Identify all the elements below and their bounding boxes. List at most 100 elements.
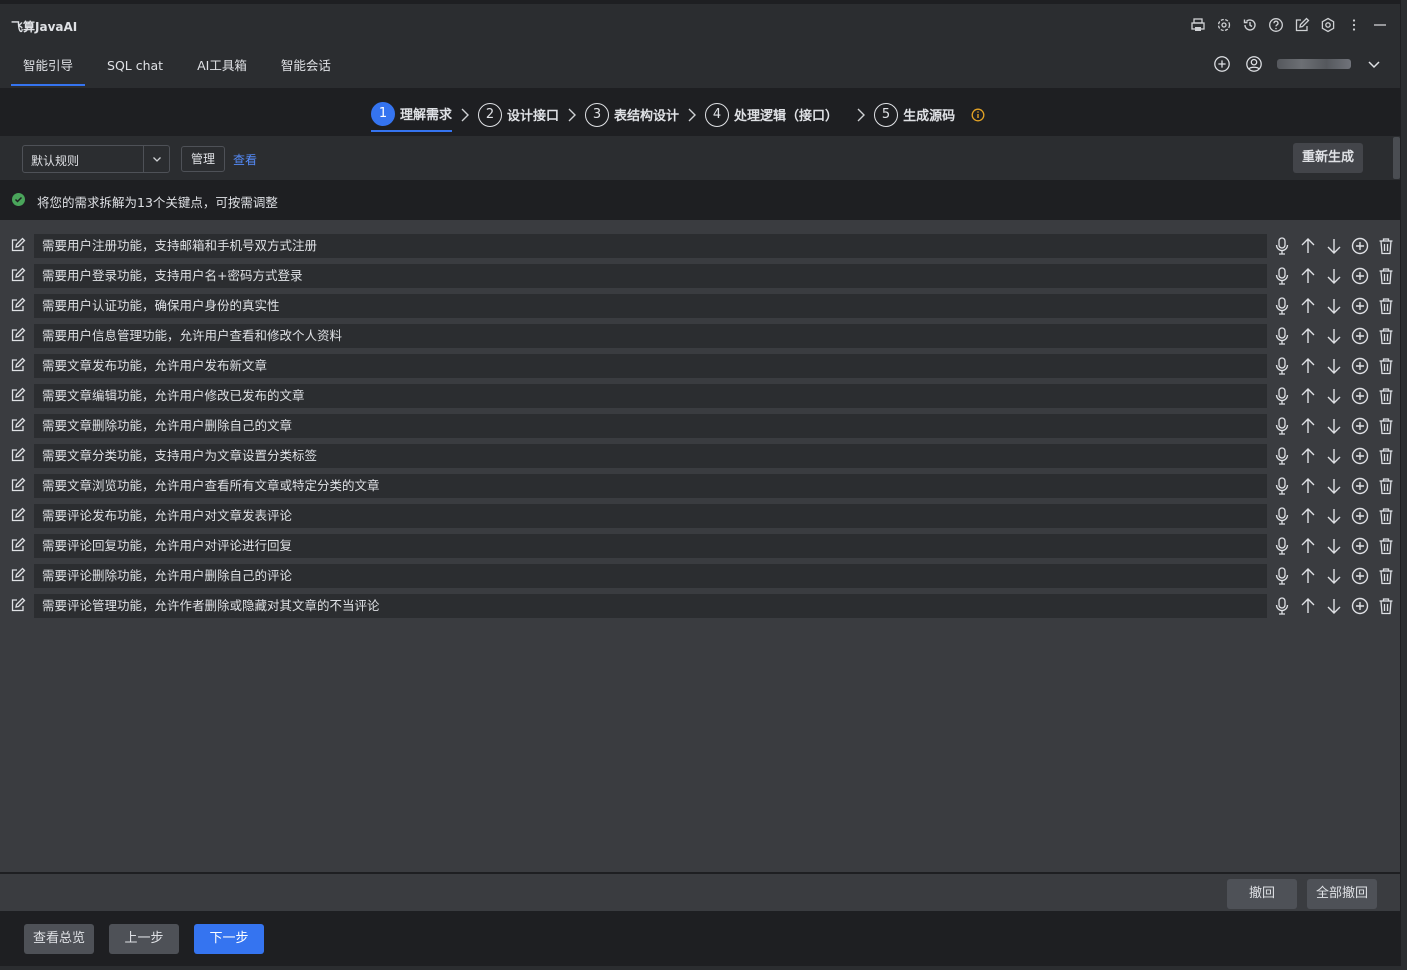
delete-icon[interactable]	[1376, 506, 1395, 526]
delete-icon[interactable]	[1376, 476, 1395, 496]
mic-icon[interactable]	[1272, 416, 1291, 436]
edit-icon[interactable]	[10, 537, 26, 553]
arrow-down-icon[interactable]	[1324, 536, 1343, 556]
arrow-down-icon[interactable]	[1324, 356, 1343, 376]
edit-icon[interactable]	[10, 417, 26, 433]
edit-icon[interactable]	[10, 597, 26, 613]
printer-icon[interactable]	[1189, 16, 1207, 34]
add-circle-icon[interactable]	[1350, 506, 1369, 526]
arrow-up-icon[interactable]	[1298, 566, 1317, 586]
arrow-up-icon[interactable]	[1298, 446, 1317, 466]
delete-icon[interactable]	[1376, 326, 1395, 346]
requirement-field[interactable]: 需要文章编辑功能，允许用户修改已发布的文章	[34, 384, 1267, 408]
arrow-down-icon[interactable]	[1324, 266, 1343, 286]
requirement-field[interactable]: 需要用户信息管理功能，允许用户查看和修改个人资料	[34, 324, 1267, 348]
add-circle-icon[interactable]	[1350, 386, 1369, 406]
step-2[interactable]: 2 设计接口	[478, 98, 559, 132]
delete-icon[interactable]	[1376, 536, 1395, 556]
mic-icon[interactable]	[1272, 536, 1291, 556]
delete-icon[interactable]	[1376, 356, 1395, 376]
arrow-up-icon[interactable]	[1298, 476, 1317, 496]
requirement-field[interactable]: 需要文章分类功能，支持用户为文章设置分类标签	[34, 444, 1267, 468]
edit-icon[interactable]	[1293, 16, 1311, 34]
delete-icon[interactable]	[1376, 236, 1395, 256]
arrow-up-icon[interactable]	[1298, 506, 1317, 526]
more-icon[interactable]	[1345, 16, 1363, 34]
requirement-field[interactable]: 需要文章发布功能，允许用户发布新文章	[34, 354, 1267, 378]
requirement-field[interactable]: 需要评论回复功能，允许用户对评论进行回复	[34, 534, 1267, 558]
tab-smart-guide[interactable]: 智能引导	[11, 46, 86, 86]
help-icon[interactable]	[1267, 16, 1285, 34]
arrow-down-icon[interactable]	[1324, 326, 1343, 346]
mic-icon[interactable]	[1272, 506, 1291, 526]
delete-icon[interactable]	[1376, 296, 1395, 316]
add-circle-icon[interactable]	[1350, 566, 1369, 586]
chevron-down-icon[interactable]	[1365, 55, 1383, 73]
next-step-button[interactable]: 下一步	[194, 924, 264, 954]
delete-icon[interactable]	[1376, 386, 1395, 406]
history-icon[interactable]	[1241, 16, 1259, 34]
step-3[interactable]: 3 表结构设计	[585, 98, 679, 132]
requirement-field[interactable]: 需要评论删除功能，允许用户删除自己的评论	[34, 564, 1267, 588]
delete-icon[interactable]	[1376, 566, 1395, 586]
chevron-down-icon[interactable]	[143, 146, 169, 172]
add-circle-icon[interactable]	[1350, 356, 1369, 376]
arrow-up-icon[interactable]	[1298, 296, 1317, 316]
arrow-down-icon[interactable]	[1324, 296, 1343, 316]
tab-smart-chat[interactable]: 智能会话	[269, 46, 343, 86]
step-1[interactable]: 1 理解需求	[371, 97, 453, 132]
requirement-field[interactable]: 需要用户注册功能，支持邮箱和手机号双方式注册	[34, 234, 1267, 258]
edit-icon[interactable]	[10, 327, 26, 343]
arrow-up-icon[interactable]	[1298, 416, 1317, 436]
arrow-up-icon[interactable]	[1298, 386, 1317, 406]
arrow-down-icon[interactable]	[1324, 596, 1343, 616]
requirement-field[interactable]: 需要文章删除功能，允许用户删除自己的文章	[34, 414, 1267, 438]
mic-icon[interactable]	[1272, 326, 1291, 346]
mic-icon[interactable]	[1272, 446, 1291, 466]
mic-icon[interactable]	[1272, 596, 1291, 616]
arrow-up-icon[interactable]	[1298, 236, 1317, 256]
mic-icon[interactable]	[1272, 476, 1291, 496]
delete-icon[interactable]	[1376, 596, 1395, 616]
user-avatar-icon[interactable]	[1245, 55, 1263, 73]
edit-icon[interactable]	[10, 237, 26, 253]
manage-button[interactable]: 管理	[181, 146, 225, 172]
mic-icon[interactable]	[1272, 566, 1291, 586]
add-circle-icon[interactable]	[1213, 55, 1231, 73]
overview-button[interactable]: 查看总览	[24, 924, 94, 954]
add-circle-icon[interactable]	[1350, 266, 1369, 286]
edit-icon[interactable]	[10, 567, 26, 583]
tab-sql-chat[interactable]: SQL chat	[95, 46, 175, 86]
edit-icon[interactable]	[10, 267, 26, 283]
arrow-up-icon[interactable]	[1298, 356, 1317, 376]
requirement-field[interactable]: 需要评论发布功能，允许用户对文章发表评论	[34, 504, 1267, 528]
step-5[interactable]: 5 生成源码	[874, 98, 955, 132]
arrow-up-icon[interactable]	[1298, 536, 1317, 556]
requirement-field[interactable]: 需要用户登录功能，支持用户名+密码方式登录	[34, 264, 1267, 288]
mic-icon[interactable]	[1272, 236, 1291, 256]
requirement-field[interactable]: 需要用户认证功能，确保用户身份的真实性	[34, 294, 1267, 318]
edit-icon[interactable]	[10, 297, 26, 313]
add-circle-icon[interactable]	[1350, 326, 1369, 346]
delete-icon[interactable]	[1376, 446, 1395, 466]
edit-icon[interactable]	[10, 387, 26, 403]
add-circle-icon[interactable]	[1350, 236, 1369, 256]
arrow-down-icon[interactable]	[1324, 446, 1343, 466]
undo-all-button[interactable]: 全部撤回	[1307, 879, 1377, 909]
arrow-down-icon[interactable]	[1324, 566, 1343, 586]
edit-icon[interactable]	[10, 507, 26, 523]
delete-icon[interactable]	[1376, 266, 1395, 286]
add-circle-icon[interactable]	[1350, 476, 1369, 496]
add-circle-icon[interactable]	[1350, 596, 1369, 616]
info-icon[interactable]	[971, 108, 985, 122]
add-circle-icon[interactable]	[1350, 536, 1369, 556]
delete-icon[interactable]	[1376, 416, 1395, 436]
mic-icon[interactable]	[1272, 356, 1291, 376]
edit-icon[interactable]	[10, 477, 26, 493]
add-circle-icon[interactable]	[1350, 446, 1369, 466]
arrow-down-icon[interactable]	[1324, 506, 1343, 526]
add-circle-icon[interactable]	[1350, 416, 1369, 436]
arrow-down-icon[interactable]	[1324, 236, 1343, 256]
minimize-icon[interactable]	[1371, 16, 1389, 34]
mic-icon[interactable]	[1272, 266, 1291, 286]
